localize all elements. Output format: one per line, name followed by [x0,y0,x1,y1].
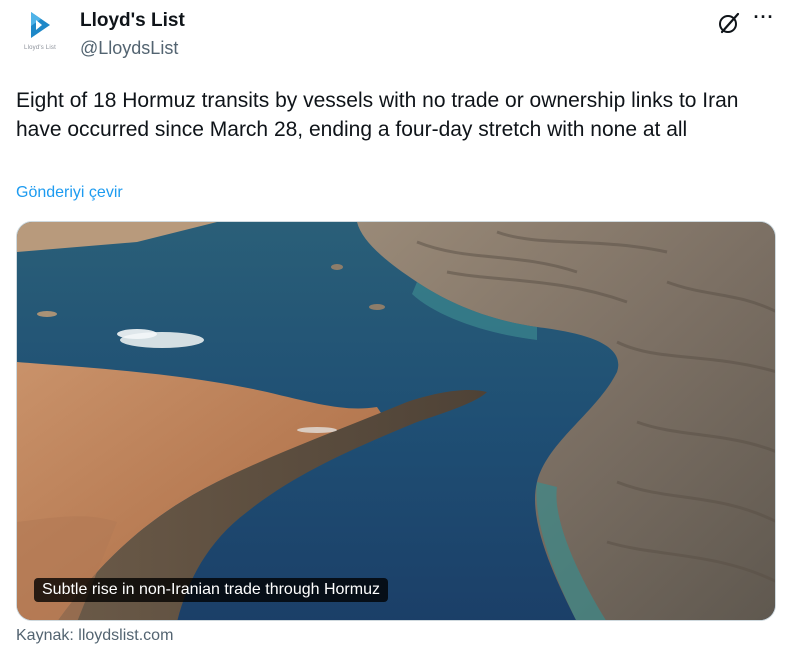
avatar[interactable]: Lloyd's List [16,8,64,56]
translate-post-link[interactable]: Gönderiyi çevir [16,184,123,202]
tweet: Lloyd's List Lloyd's List @LloydsList ··… [0,0,800,656]
more-options-icon[interactable]: ··· [752,8,776,30]
tweet-text: Eight of 18 Hormuz transits by vessels w… [16,89,739,141]
avatar-caption: Lloyd's List [24,45,56,51]
satellite-photo-strait-of-hormuz [17,222,775,620]
author-display-name[interactable]: Lloyd's List [80,10,185,32]
media-caption[interactable]: Subtle rise in non-Iranian trade through… [34,578,388,602]
author-handle[interactable]: @LloydsList [80,38,178,59]
grok-icon[interactable] [716,10,742,36]
lloyds-list-logo-icon [31,12,50,38]
source-link[interactable]: Kaynak: lloydslist.com [16,627,173,645]
media-image[interactable] [16,221,776,621]
